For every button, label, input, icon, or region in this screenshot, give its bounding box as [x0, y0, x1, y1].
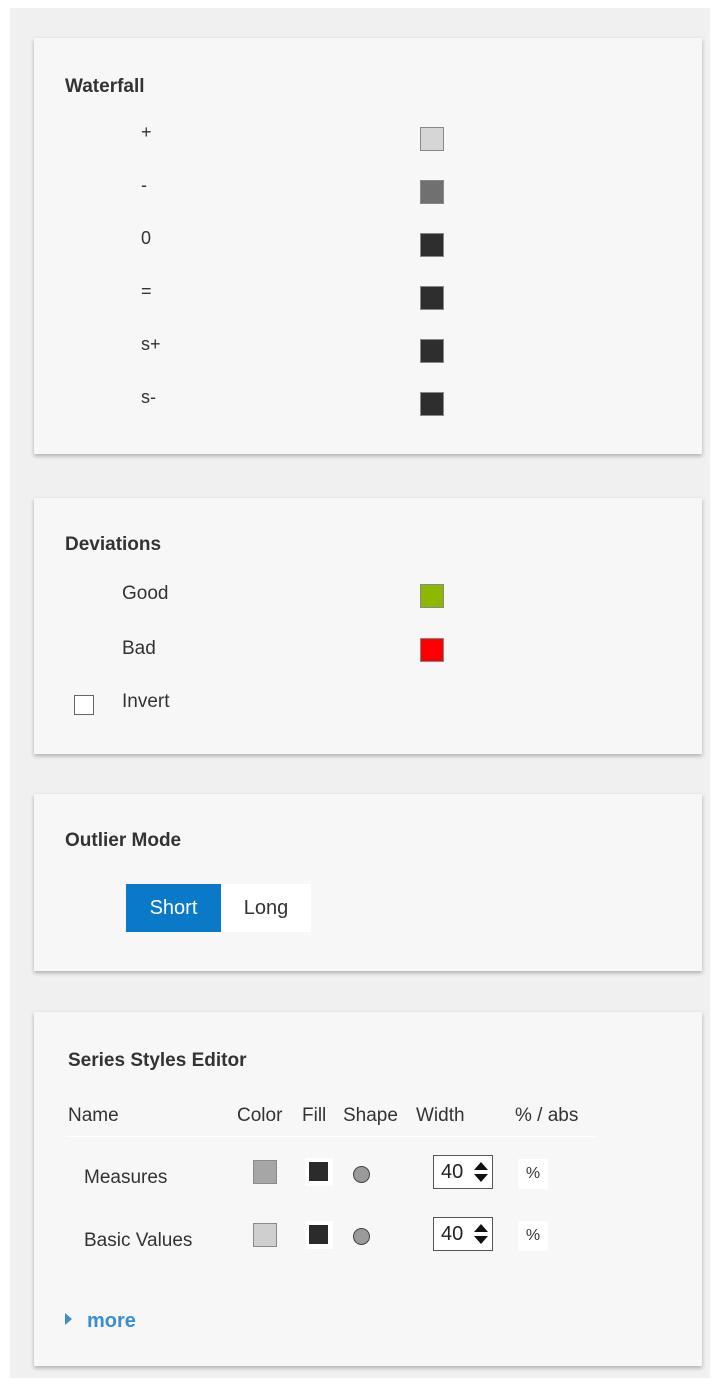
series-width-input-measures[interactable]: 40 [433, 1155, 493, 1189]
fill-swatch-icon [309, 1225, 328, 1244]
column-header-color: Color [237, 1105, 283, 1126]
series-fill-picker-measures[interactable] [305, 1158, 333, 1186]
waterfall-label-zero: 0 [141, 228, 152, 248]
stepper-arrows-icon[interactable] [472, 1221, 490, 1247]
stepper-arrows-icon[interactable] [472, 1159, 490, 1185]
width-value: 40 [441, 1223, 464, 1245]
waterfall-swatch-zero[interactable] [420, 233, 444, 257]
deviation-good-label: Good [122, 583, 169, 604]
column-header-fill: Fill [302, 1105, 327, 1126]
series-fill-picker-basic-values[interactable] [305, 1221, 333, 1249]
series-styles-card: Series Styles Editor Name Color Fill Sha… [34, 1012, 702, 1366]
waterfall-label-minus: - [141, 175, 147, 195]
deviation-bad-swatch[interactable] [420, 638, 444, 662]
series-color-swatch-measures[interactable] [253, 1160, 277, 1184]
more-label: more [87, 1310, 136, 1332]
waterfall-swatch-plus[interactable] [420, 127, 444, 151]
circle-shape-icon[interactable] [353, 1166, 370, 1183]
outlier-mode-long-button[interactable]: Long [221, 884, 311, 932]
waterfall-label-equal: = [141, 281, 152, 301]
width-value: 40 [441, 1161, 464, 1183]
invert-checkbox[interactable] [74, 695, 94, 715]
deviation-good-swatch[interactable] [420, 584, 444, 608]
waterfall-card: Waterfall + - 0 = s+ s- [34, 38, 702, 454]
column-header-width: Width [416, 1105, 465, 1126]
column-header-shape: Shape [343, 1105, 398, 1126]
deviation-bad-label: Bad [122, 638, 156, 659]
series-width-input-basic-values[interactable]: 40 [433, 1217, 493, 1251]
deviations-card: Deviations Good Bad Invert [34, 498, 702, 754]
waterfall-swatch-sum-plus[interactable] [420, 339, 444, 363]
waterfall-swatch-sum-minus[interactable] [420, 392, 444, 416]
waterfall-label-sum-plus: s+ [141, 334, 161, 354]
waterfall-label-plus: + [141, 122, 152, 142]
invert-label: Invert [122, 691, 170, 712]
more-link[interactable]: more [65, 1310, 136, 1333]
outlier-mode-title: Outlier Mode [65, 830, 182, 851]
waterfall-swatch-equal[interactable] [420, 286, 444, 310]
series-unit-toggle-measures[interactable]: % [518, 1159, 548, 1189]
circle-shape-icon[interactable] [353, 1228, 370, 1245]
outlier-mode-card: Outlier Mode Short Long [34, 794, 702, 971]
header-divider [66, 1136, 596, 1137]
fill-swatch-icon [309, 1162, 328, 1181]
waterfall-swatch-minus[interactable] [420, 180, 444, 204]
column-header-name: Name [68, 1105, 119, 1126]
series-name-measures: Measures [84, 1167, 168, 1188]
waterfall-label-sum-minus: s- [141, 387, 156, 407]
series-unit-toggle-basic-values[interactable]: % [518, 1221, 548, 1251]
column-header-unit: % / abs [515, 1105, 579, 1126]
outlier-mode-short-button[interactable]: Short [126, 884, 221, 932]
series-name-basic-values: Basic Values [84, 1230, 193, 1251]
series-color-swatch-basic-values[interactable] [253, 1223, 277, 1247]
waterfall-title: Waterfall [65, 76, 145, 97]
deviations-title: Deviations [65, 534, 162, 555]
expand-triangle-icon [65, 1313, 72, 1325]
settings-panel-background: Waterfall + - 0 = s+ s- Deviations Good … [10, 8, 710, 1378]
series-styles-title: Series Styles Editor [68, 1050, 247, 1071]
